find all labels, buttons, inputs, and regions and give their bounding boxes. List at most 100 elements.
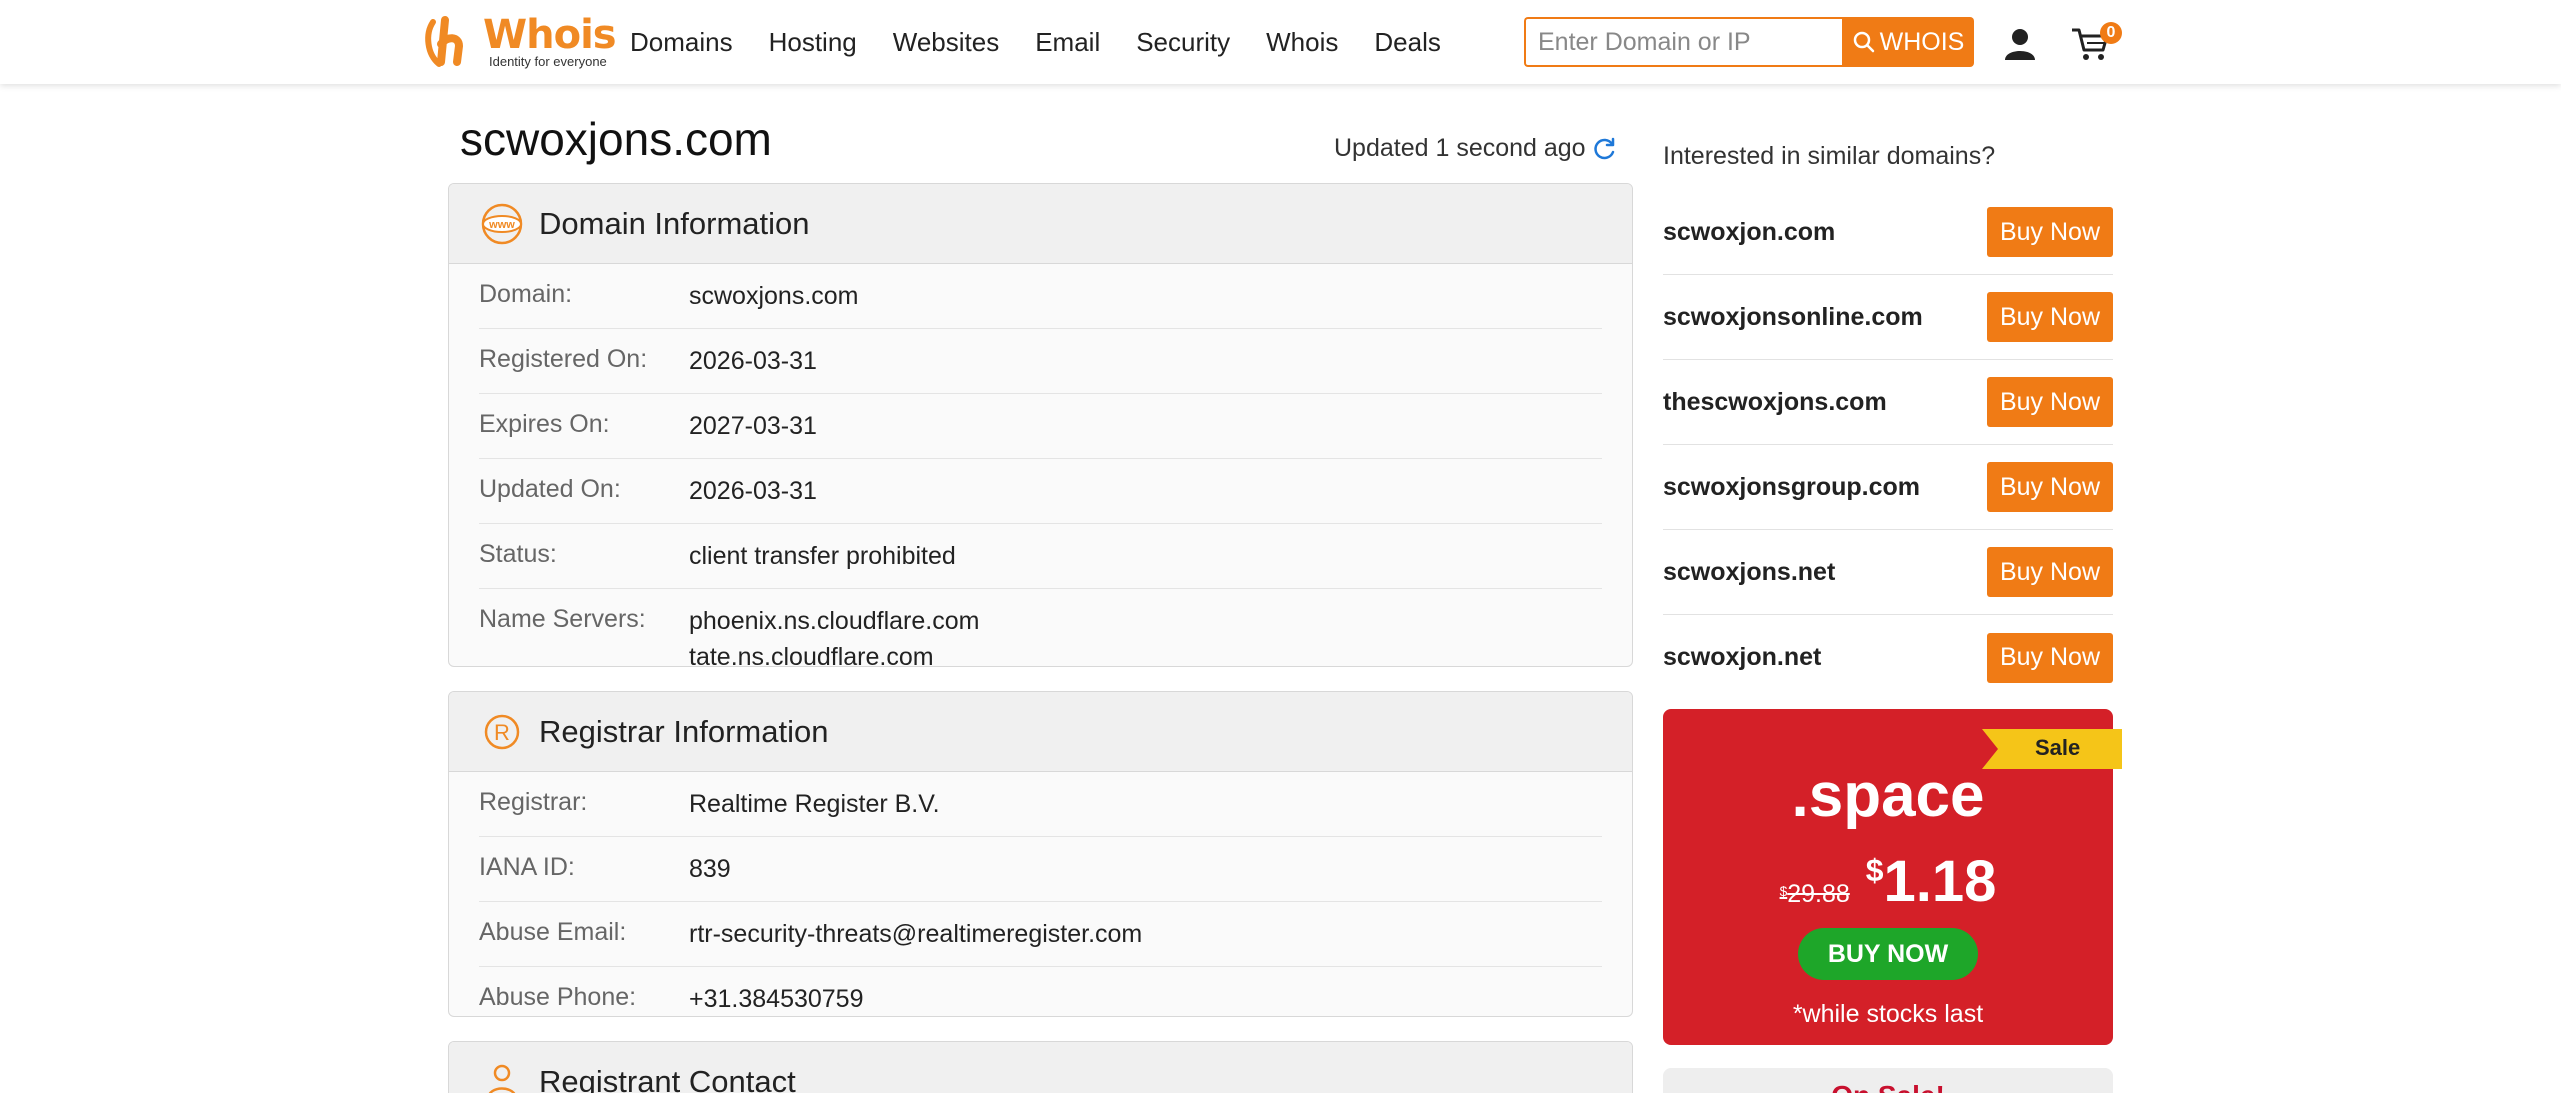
row-value: client transfer prohibited bbox=[689, 542, 956, 570]
www-icon: www bbox=[481, 203, 523, 244]
promo-buy-now-button[interactable]: BUY NOW bbox=[1798, 928, 1978, 980]
cart-count-badge: 0 bbox=[2100, 22, 2122, 44]
row-label: Status: bbox=[479, 540, 557, 568]
whois-logo[interactable]: Whois Identity for everyone bbox=[423, 12, 617, 70]
row-value: 2026-03-31 bbox=[689, 347, 817, 375]
row-label: Domain: bbox=[479, 280, 573, 308]
row-value: Realtime Register B.V. bbox=[689, 790, 940, 818]
info-row: Domain: scwoxjons.com bbox=[479, 264, 1602, 329]
row-value: scwoxjons.com bbox=[689, 282, 859, 310]
nav-whois[interactable]: Whois bbox=[1266, 27, 1338, 58]
updated-text: Updated 1 second ago bbox=[1334, 134, 1586, 162]
row-label: Abuse Phone: bbox=[479, 983, 637, 1011]
updated-status: Updated 1 second ago bbox=[1334, 134, 1618, 163]
nav-domains[interactable]: Domains bbox=[630, 27, 733, 58]
info-row: Abuse Email: rtr-security-threats@realti… bbox=[479, 902, 1602, 967]
whois-search-label: WHOIS bbox=[1879, 27, 1965, 56]
similar-domain-name: scwoxjon.net bbox=[1663, 643, 1822, 671]
name-servers-value: phoenix.ns.cloudflare.com tate.ns.cloudf… bbox=[689, 603, 980, 667]
buy-now-button[interactable]: Buy Now bbox=[1987, 547, 2113, 597]
info-row: Updated On: 2026-03-31 bbox=[479, 459, 1602, 524]
logo-mark-icon bbox=[425, 16, 464, 67]
sale-ribbon-label: Sale bbox=[2035, 735, 2081, 760]
list-item: thescwoxjons.com Buy Now bbox=[1663, 360, 2113, 445]
site-header: Whois Identity for everyone Domains Host… bbox=[0, 0, 2561, 84]
logo-tagline: Identity for everyone bbox=[489, 54, 607, 69]
similar-domain-name: scwoxjonsgroup.com bbox=[1663, 472, 1920, 501]
row-label: Registrar: bbox=[479, 788, 588, 816]
logo-text: Whois bbox=[483, 12, 617, 58]
domain-information-rows: Domain: scwoxjons.com Registered On: 202… bbox=[449, 264, 1632, 667]
buy-now-button[interactable]: Buy Now bbox=[1987, 207, 2113, 257]
row-value: +31.384530759 bbox=[689, 985, 864, 1013]
row-value: 2026-03-31 bbox=[689, 477, 817, 505]
new-price: $1.18 bbox=[1866, 848, 1997, 915]
page-title: scwoxjons.com bbox=[460, 113, 772, 165]
registrar-information-rows: Registrar: Realtime Register B.V. IANA I… bbox=[449, 772, 1632, 1016]
row-label: Registered On: bbox=[479, 345, 648, 373]
similar-domain-name: scwoxjonsonline.com bbox=[1663, 302, 1923, 331]
registrar-information-title: Registrar Information bbox=[539, 713, 829, 749]
whois-search-button[interactable]: WHOIS bbox=[1842, 17, 1974, 67]
domain-search-input[interactable] bbox=[1524, 17, 1842, 67]
buy-now-button[interactable]: Buy Now bbox=[1987, 462, 2113, 512]
nav-deals[interactable]: Deals bbox=[1374, 27, 1440, 58]
main-nav: Domains Hosting Websites Email Security … bbox=[630, 0, 1477, 84]
currency-symbol: $ bbox=[1779, 884, 1788, 899]
refresh-icon[interactable] bbox=[1592, 136, 1618, 162]
list-item: scwoxjons.net Buy Now bbox=[1663, 530, 2113, 615]
list-item: scwoxjonsonline.com Buy Now bbox=[1663, 275, 2113, 360]
similar-domain-name: thescwoxjons.com bbox=[1663, 387, 1887, 416]
similar-domain-name: scwoxjon.com bbox=[1663, 217, 1836, 246]
row-value: 2027-03-31 bbox=[689, 412, 817, 440]
registrar-information-header: R Registrar Information bbox=[449, 692, 1632, 772]
domain-information-header: www Domain Information bbox=[449, 184, 1632, 264]
row-label: Name Servers: bbox=[479, 605, 646, 633]
list-item: scwoxjon.com Buy Now bbox=[1663, 190, 2113, 275]
on-sale-heading: On Sale! bbox=[1663, 1080, 2113, 1093]
registered-icon: R bbox=[484, 714, 520, 749]
list-item: scwoxjonsgroup.com Buy Now bbox=[1663, 445, 2113, 530]
domain-information-panel: www Domain Information Domain: scwoxjons… bbox=[448, 183, 1633, 667]
domain-information-title: Domain Information bbox=[539, 205, 810, 241]
promo-prices: $29.88 $1.18 bbox=[1663, 848, 2113, 915]
buy-now-button[interactable]: Buy Now bbox=[1987, 632, 2113, 683]
info-row: Name Servers: phoenix.ns.cloudflare.com … bbox=[479, 589, 1602, 667]
similar-domain-name: scwoxjons.net bbox=[1663, 557, 1836, 586]
nav-websites[interactable]: Websites bbox=[893, 27, 999, 58]
user-account-icon[interactable] bbox=[2002, 26, 2038, 62]
row-label: Abuse Email: bbox=[479, 918, 627, 946]
currency-symbol: $ bbox=[1865, 852, 1884, 888]
info-row: Status: client transfer prohibited bbox=[479, 524, 1602, 589]
svg-text:www: www bbox=[488, 219, 515, 231]
buy-now-button[interactable]: Buy Now bbox=[1987, 377, 2113, 427]
row-value: rtr-security-threats@realtimeregister.co… bbox=[689, 920, 1143, 948]
nav-security[interactable]: Security bbox=[1136, 27, 1230, 58]
name-server-1: phoenix.ns.cloudflare.com bbox=[689, 607, 980, 635]
buy-now-button[interactable]: Buy Now bbox=[1987, 292, 2113, 342]
registrant-contact-title: Registrant Contact bbox=[539, 1063, 796, 1093]
old-price: $29.88 bbox=[1780, 880, 1850, 909]
registrant-contact-panel: Registrant Contact bbox=[448, 1041, 1633, 1093]
svg-text:R: R bbox=[494, 720, 510, 745]
on-sale-card: On Sale! bbox=[1663, 1068, 2113, 1093]
similar-domains-list: scwoxjon.com Buy Now scwoxjonsonline.com… bbox=[1663, 190, 2113, 700]
new-price-value: 1.18 bbox=[1883, 849, 1997, 914]
info-row: Abuse Phone: +31.384530759 bbox=[479, 967, 1602, 1016]
nav-email[interactable]: Email bbox=[1035, 27, 1100, 58]
row-label: Expires On: bbox=[479, 410, 610, 438]
registrant-contact-header: Registrant Contact bbox=[449, 1042, 1632, 1093]
domain-search: WHOIS bbox=[1524, 17, 1974, 67]
name-server-2: tate.ns.cloudflare.com bbox=[689, 643, 934, 667]
row-label: Updated On: bbox=[479, 475, 621, 503]
registrar-information-panel: R Registrar Information Registrar: Realt… bbox=[448, 691, 1633, 1017]
search-icon bbox=[1853, 31, 1874, 53]
info-row: Expires On: 2027-03-31 bbox=[479, 394, 1602, 459]
nav-hosting[interactable]: Hosting bbox=[769, 27, 857, 58]
person-icon bbox=[488, 1064, 516, 1093]
row-label: IANA ID: bbox=[479, 853, 575, 881]
row-value: 839 bbox=[689, 855, 731, 883]
list-item: scwoxjon.net Buy Now bbox=[1663, 615, 2113, 700]
old-price-value: 29.88 bbox=[1787, 880, 1850, 908]
info-row: IANA ID: 839 bbox=[479, 837, 1602, 902]
